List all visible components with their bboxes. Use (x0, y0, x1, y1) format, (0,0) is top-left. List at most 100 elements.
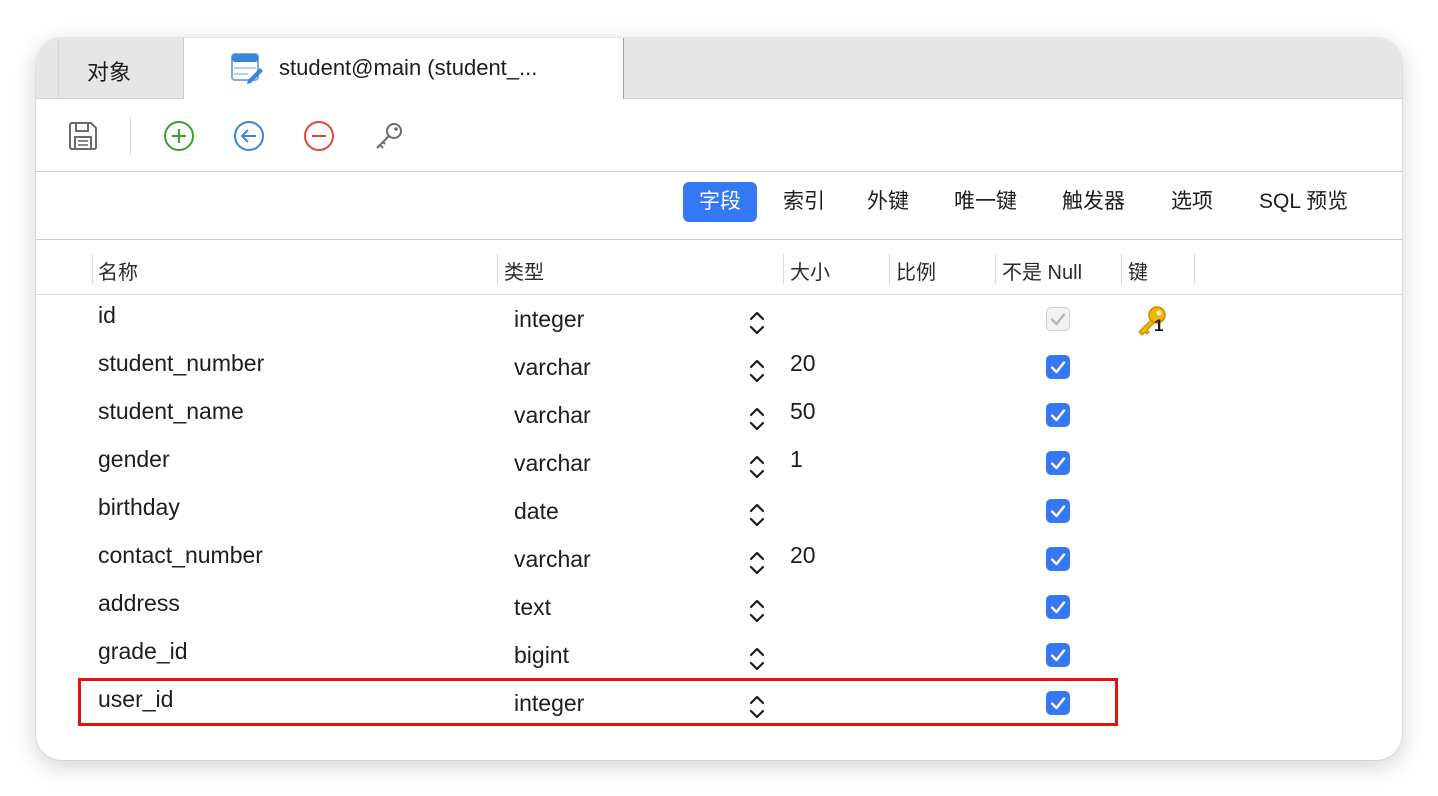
add-field-icon (164, 121, 194, 151)
field-type-cell[interactable]: date (514, 498, 559, 525)
checkmark-icon (1050, 601, 1066, 614)
field-row[interactable]: gender varchar 1 (36, 438, 1402, 486)
field-name-cell[interactable]: gender (98, 446, 170, 473)
tab-options[interactable]: 选项 (1155, 182, 1229, 222)
field-name-cell[interactable]: student_name (98, 398, 244, 425)
tab-foreign-keys[interactable]: 外键 (851, 182, 925, 222)
column-divider[interactable] (889, 254, 890, 284)
key-icon (1138, 306, 1166, 336)
field-row[interactable]: contact_number varchar 20 (36, 534, 1402, 582)
delete-field-button[interactable] (302, 119, 336, 153)
primary-key-badge: 1 (1136, 304, 1170, 338)
tab-bar: 对象 student@main (student_... (36, 38, 1402, 99)
not-null-checkbox[interactable] (1046, 547, 1070, 571)
field-name-cell[interactable]: grade_id (98, 638, 188, 665)
column-divider[interactable] (1194, 254, 1195, 284)
field-row[interactable]: user_id integer (36, 678, 1402, 726)
column-divider[interactable] (1121, 254, 1122, 284)
tab-triggers[interactable]: 触发器 (1046, 182, 1141, 222)
not-null-checkbox (1046, 307, 1070, 331)
field-type-cell[interactable]: integer (514, 690, 584, 717)
table-designer-window: 对象 student@main (student_... 字段 索引 外键 唯一… (36, 38, 1402, 760)
tab-objects[interactable]: 对象 (58, 38, 184, 98)
field-size-cell[interactable]: 20 (790, 542, 816, 569)
header-type[interactable]: 类型 (504, 256, 544, 285)
checkmark-icon (1050, 649, 1066, 662)
field-row[interactable]: address text (36, 582, 1402, 630)
column-divider[interactable] (995, 254, 996, 284)
field-type-cell[interactable]: integer (514, 306, 584, 333)
type-dropdown-chevron-icon[interactable] (746, 404, 768, 434)
type-dropdown-chevron-icon[interactable] (746, 644, 768, 674)
not-null-checkbox[interactable] (1046, 355, 1070, 379)
field-type-cell[interactable]: varchar (514, 546, 591, 573)
type-dropdown-chevron-icon[interactable] (746, 548, 768, 578)
tab-sql-preview[interactable]: SQL 预览 (1243, 182, 1364, 222)
header-not-null[interactable]: 不是 Null (1002, 256, 1082, 285)
header-size[interactable]: 大小 (790, 256, 830, 285)
delete-field-icon (304, 121, 334, 151)
checkmark-icon (1050, 553, 1066, 566)
checkmark-icon (1050, 505, 1066, 518)
checkmark-icon (1050, 697, 1066, 710)
field-size-cell[interactable]: 50 (790, 398, 816, 425)
field-name-cell[interactable]: contact_number (98, 542, 263, 569)
not-null-checkbox[interactable] (1046, 643, 1070, 667)
field-type-cell[interactable]: varchar (514, 450, 591, 477)
type-dropdown-chevron-icon[interactable] (746, 692, 768, 722)
header-key[interactable]: 键 (1128, 256, 1148, 285)
toolbar (36, 99, 1402, 172)
field-name-cell[interactable]: address (98, 590, 180, 617)
type-dropdown-chevron-icon[interactable] (746, 308, 768, 338)
field-name-cell[interactable]: id (98, 302, 116, 329)
type-dropdown-chevron-icon[interactable] (746, 596, 768, 626)
not-null-checkbox[interactable] (1046, 499, 1070, 523)
checkmark-icon (1050, 409, 1066, 422)
column-divider[interactable] (92, 254, 93, 284)
type-dropdown-chevron-icon[interactable] (746, 500, 768, 530)
field-type-cell[interactable]: text (514, 594, 551, 621)
not-null-checkbox[interactable] (1046, 403, 1070, 427)
field-type-cell[interactable]: bigint (514, 642, 569, 669)
field-type-cell[interactable]: varchar (514, 402, 591, 429)
tab-student-table-label: student@main (student_... (279, 55, 538, 80)
checkmark-icon (1050, 313, 1066, 326)
type-dropdown-chevron-icon[interactable] (746, 356, 768, 386)
tab-indexes[interactable]: 索引 (767, 182, 841, 222)
key-order-number: 1 (1154, 316, 1164, 335)
field-row[interactable]: birthday date (36, 486, 1402, 534)
insert-field-icon (234, 121, 264, 151)
designer-subtabs: 字段 索引 外键 唯一键 触发器 选项 SQL 预览 (36, 172, 1402, 240)
table-design-icon (231, 53, 263, 84)
insert-field-button[interactable] (232, 119, 266, 153)
column-divider[interactable] (783, 254, 784, 284)
tab-fields[interactable]: 字段 (683, 182, 757, 222)
not-null-checkbox[interactable] (1046, 691, 1070, 715)
tab-unique-keys[interactable]: 唯一键 (938, 182, 1033, 222)
save-button[interactable] (66, 119, 100, 153)
checkmark-icon (1050, 457, 1066, 470)
add-field-button[interactable] (162, 119, 196, 153)
field-row[interactable]: student_number varchar 20 (36, 342, 1402, 390)
field-name-cell[interactable]: birthday (98, 494, 180, 521)
primary-key-button[interactable] (372, 119, 406, 153)
primary-key-icon (376, 123, 402, 149)
fields-table-header: 名称 类型 大小 比例 不是 Null 键 (36, 240, 1402, 295)
header-scale[interactable]: 比例 (896, 256, 936, 285)
type-dropdown-chevron-icon[interactable] (746, 452, 768, 482)
toolbar-separator (130, 117, 131, 155)
field-type-cell[interactable]: varchar (514, 354, 591, 381)
not-null-checkbox[interactable] (1046, 451, 1070, 475)
tab-student-table[interactable]: student@main (student_... (184, 38, 624, 99)
column-divider[interactable] (497, 254, 498, 284)
field-name-cell[interactable]: student_number (98, 350, 264, 377)
field-row[interactable]: student_name varchar 50 (36, 390, 1402, 438)
field-row[interactable]: grade_id bigint (36, 630, 1402, 678)
header-name[interactable]: 名称 (98, 256, 138, 285)
field-size-cell[interactable]: 20 (790, 350, 816, 377)
checkmark-icon (1050, 361, 1066, 374)
not-null-checkbox[interactable] (1046, 595, 1070, 619)
field-size-cell[interactable]: 1 (790, 446, 803, 473)
field-row[interactable]: id integer 1 (36, 294, 1402, 342)
field-name-cell[interactable]: user_id (98, 686, 173, 713)
